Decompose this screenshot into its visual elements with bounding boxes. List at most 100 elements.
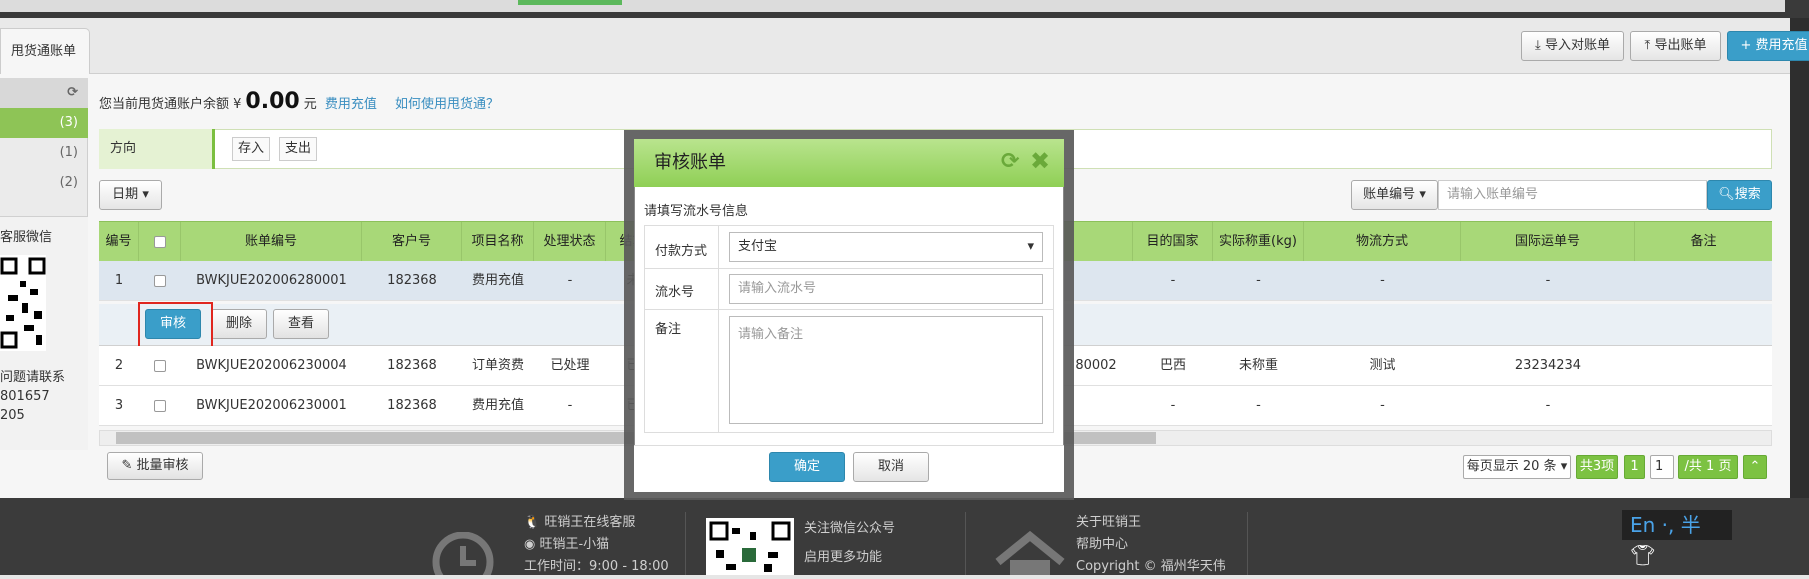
contact-line: 205 [0,408,25,423]
footer [0,498,1809,575]
view-button[interactable]: 查看 [273,309,329,339]
cell-country: - [1170,273,1176,288]
col-bill-no: 账单编号 [181,222,362,261]
sidebar-item-deposit[interactable]: (1) [0,138,88,168]
cell-tracking: - [1545,273,1551,288]
close-icon[interactable]: ✖ [1030,147,1050,175]
dialog-subtitle: 请填写流水号信息 [644,204,749,219]
note-label: 备注 [655,322,682,337]
right-rail [1790,18,1809,498]
page-number-input[interactable]: 1 [1650,455,1674,479]
cell-logistics: - [1380,398,1385,413]
service-online[interactable]: 🐧 旺销王在线客服 [524,512,669,534]
contact-line: 801657 [0,389,50,404]
cell-tracking: - [1545,398,1551,413]
cell-project: 订单资费 [471,358,524,373]
cell-status: - [567,273,573,288]
footer-divider [1247,512,1248,575]
cell-bill-no: BWKJUE202006280001 [196,273,347,288]
col-customer: 客户号 [362,222,462,261]
qr-code-image [0,255,46,351]
clock-icon [432,532,494,575]
ime-toolbar[interactable]: En ·, 半 👕︎ [1622,510,1732,567]
search-button-label: 搜索 [1734,187,1761,202]
sidebar-item-all[interactable]: (3) [0,108,88,138]
cell-no: 3 [114,398,124,413]
col-no: 编号 [99,222,139,261]
date-sort-button[interactable]: 日期 ▾ [99,180,162,210]
search-input[interactable]: 请输入账单编号 [1438,180,1707,210]
sidebar-count: (2) [59,175,78,190]
caret-down-icon: ▾ [1419,187,1426,202]
cell-weight: - [1256,273,1261,288]
refresh-icon[interactable]: ⟳ [1001,149,1019,174]
pay-method-select[interactable]: 支付宝 ▾ [729,232,1043,262]
export-bill-label: 导出账单 [1654,38,1707,53]
refresh-icon[interactable]: ⟳ [67,85,78,100]
date-label: 日期 [112,187,139,202]
export-bill-button[interactable]: ⤒ 导出账单 [1630,31,1721,61]
wechat-follow: 关注微信公众号 [804,521,896,536]
import-bill-button[interactable]: ⤓ 导入对账单 [1521,31,1624,61]
download-icon: ⤓ [1535,38,1541,53]
serial-input[interactable]: 请输入流水号 [729,274,1043,304]
cell-logistics: 测试 [1369,358,1396,373]
col-country: 目的国家 [1133,222,1213,261]
search-button[interactable]: 🔍︎搜索 [1707,180,1772,210]
ime-text: En ·, 半 [1630,513,1701,537]
per-page-label: 每页显示 20 条 [1466,459,1557,474]
balance-unit: 元 [303,97,317,112]
cancel-button[interactable]: 取消 [853,452,929,482]
cell-bill-no: BWKJUE202006230004 [196,358,347,373]
cell-no: 1 [114,273,124,288]
service-cat-label: 旺销王-小猫 [539,537,610,552]
batch-review-button[interactable]: ✎ 批量审核 [107,452,203,480]
howto-link[interactable]: 如何使用甩货通？ [395,97,499,112]
row-checkbox[interactable] [154,274,166,287]
service-cat[interactable]: ◉ 旺销王-小猫 [524,534,669,556]
form-divider [718,225,719,433]
recharge-link[interactable]: 费用充值 [325,97,377,112]
about-link[interactable]: 关于旺销王 [1076,512,1226,534]
filter-expense[interactable]: 支出 [279,137,318,161]
search-field-select[interactable]: 账单编号 ▾ [1351,180,1438,210]
total-pages-badge: /共 1 页 [1678,455,1738,479]
direction-label: 方向 [99,129,215,169]
plus-icon: + [1740,38,1752,53]
confirm-button[interactable]: 确定 [769,452,845,482]
delete-button[interactable]: 删除 [211,309,267,339]
cell-weight: - [1256,398,1261,413]
row-checkbox[interactable] [154,399,166,412]
current-page-badge[interactable]: 1 [1624,455,1645,479]
cell-customer: 182368 [387,398,437,413]
cell-customer: 182368 [387,273,437,288]
dialog-header: 审核账单 [634,139,1064,187]
per-page-select[interactable]: 每页显示 20 条 ▾ [1463,455,1571,479]
footer-wechat: 关注微信公众号 启用更多功能 [804,514,895,572]
home-icon [990,530,1070,575]
batch-review-label: 批量审核 [136,458,189,473]
cell-customer: 182368 [387,358,437,373]
col-project: 项目名称 [462,222,534,261]
footer-service: 🐧 旺销王在线客服 ◉ 旺销王-小猫 工作时间：9:00 - 18:00 [524,512,669,578]
note-textarea[interactable]: 请输入备注 [729,316,1043,424]
help-link[interactable]: 帮助中心 [1076,534,1226,556]
total-items-badge: 共3项 [1576,455,1618,479]
chat-icon: ◉ [524,537,536,552]
filter-deposit[interactable]: 存入 [232,137,271,161]
select-all-checkbox[interactable] [153,235,166,248]
recharge-button[interactable]: + 费用充值 [1727,31,1809,61]
row-checkbox[interactable] [154,359,166,372]
cell-select [139,386,181,425]
cell-country: 巴西 [1159,358,1186,373]
sidebar-item-expense[interactable]: (2) [0,168,88,198]
scroll-top-button[interactable]: ⌃ [1743,455,1767,479]
pay-method-value: 支付宝 [738,239,778,254]
col-logistics: 物流方式 [1304,222,1461,261]
col-select [139,222,181,261]
cell-weight: 未称重 [1238,358,1278,373]
footer-divider [685,512,686,575]
balance-line: 您当前甩货通账户余额 ¥0.00 元 费用充值 如何使用甩货通？ [99,84,499,120]
tab-bill[interactable]: 甩货通账单 [0,28,90,74]
dialog-footer [634,445,1064,492]
